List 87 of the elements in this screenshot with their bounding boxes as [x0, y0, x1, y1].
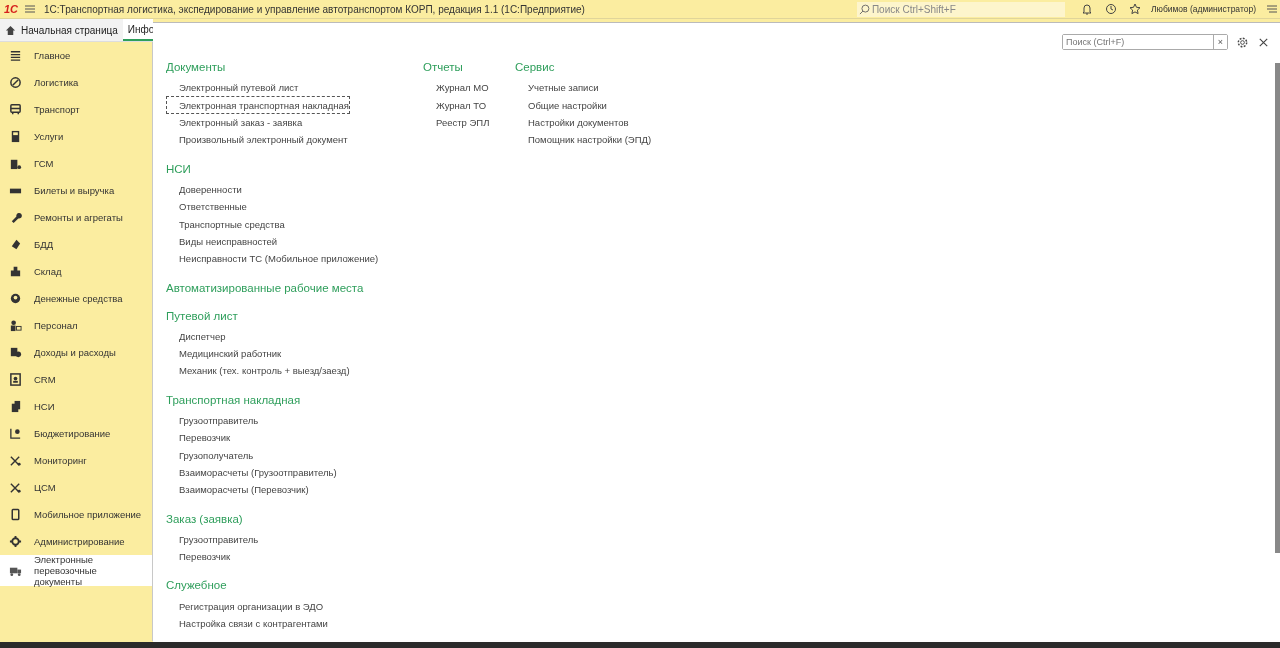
nav-link[interactable]: Настройки документов	[515, 113, 630, 132]
nav-link[interactable]: Грузоотправитель	[166, 411, 260, 430]
nav-link[interactable]: Доверенности	[166, 180, 243, 198]
nav-link[interactable]: Грузоотправитель	[166, 530, 260, 549]
sidebar-item[interactable]: НСИ	[0, 393, 152, 420]
nav-link[interactable]: Помощник настройки (ЭПД)	[515, 131, 653, 149]
sidebar-item[interactable]: Денежные средства	[0, 285, 152, 312]
nav-link[interactable]: Настройка связи с контрагентами	[166, 614, 329, 633]
sidebar-item[interactable]: ГСМ	[0, 150, 152, 177]
sidebar-item[interactable]: Администрирование	[0, 528, 152, 555]
sidebar-item[interactable]: Мобильное приложение	[0, 501, 152, 528]
nav-link[interactable]: Транспортные средства	[166, 215, 286, 233]
sidebar-item[interactable]: Бюджетирование	[0, 420, 152, 447]
search-placeholder: Поиск Ctrl+Shift+F	[871, 3, 956, 15]
section-heading[interactable]: НСИ	[166, 158, 423, 181]
chart-icon	[9, 427, 22, 440]
search-icon	[858, 3, 870, 15]
phone-icon	[9, 508, 22, 521]
settings-icon[interactable]	[1236, 35, 1249, 49]
nav-link[interactable]: Диспетчер	[166, 327, 227, 345]
history-icon[interactable]	[1104, 3, 1117, 15]
nav-link[interactable]: Произвольный электронный документ	[166, 131, 349, 149]
books-icon	[9, 400, 22, 413]
sidebar-item[interactable]: БДД	[0, 231, 152, 258]
nav-link[interactable]: Медицинский работник	[166, 344, 283, 363]
nav-link[interactable]: Электронная транспортная накладная	[166, 96, 350, 114]
nav-link[interactable]: Электронный заказ - заявка	[166, 113, 304, 132]
sidebar-item[interactable]: Транспорт	[0, 96, 152, 123]
nav-link[interactable]: Общие настройки	[515, 96, 608, 114]
scrollbar[interactable]	[1275, 63, 1280, 553]
nav-link[interactable]: Перевозчик	[166, 429, 232, 447]
section-heading[interactable]: Автоматизированные рабочие места	[166, 277, 423, 300]
section-heading[interactable]: Транспортная накладная	[166, 389, 423, 412]
nav-link[interactable]: Механик (тех. контроль + выезд/заезд)	[166, 362, 351, 380]
bell-icon[interactable]	[1080, 3, 1093, 15]
sidebar-item[interactable]: Ремонты и агрегаты	[0, 204, 152, 231]
nav-link[interactable]: Электронный путевой лист	[166, 79, 300, 97]
nav-link[interactable]: Учетные записи	[515, 79, 600, 97]
contact-card-icon	[9, 373, 22, 386]
sidebar-item[interactable]: Логистика	[0, 69, 152, 96]
sidebar-item[interactable]: ЦСМ	[0, 474, 152, 501]
section-heading[interactable]: Заказ (заявка)	[166, 508, 423, 531]
canister-icon	[9, 157, 22, 170]
nav-link[interactable]: Регистрация организации в ЭДО	[166, 597, 325, 615]
section-heading[interactable]: Отчеты	[423, 57, 515, 79]
nav-link[interactable]: Журнал МО	[423, 79, 490, 97]
list-icon	[9, 49, 22, 62]
sidebar-item[interactable]: Персонал	[0, 312, 152, 339]
user-name[interactable]: Любимов (администратор)	[1150, 4, 1256, 14]
money-icon	[9, 346, 22, 359]
sidebar-item[interactable]: Электронные перевозочные документы	[0, 555, 152, 586]
clear-button[interactable]: ×	[1213, 35, 1227, 49]
nav-link[interactable]: Виды неисправностей	[166, 232, 279, 251]
tab[interactable]: Инфо	[122, 19, 153, 41]
section-heading[interactable]: Сервис	[515, 57, 653, 79]
satellite-icon	[9, 454, 22, 467]
sidebar-item[interactable]: Склад	[0, 258, 152, 285]
search-field[interactable]: Поиск (Ctrl+F) ×	[1062, 34, 1228, 50]
nav-link[interactable]: Журнал ТО	[423, 96, 488, 114]
sidebar-item[interactable]: Доходы и расходы	[0, 339, 152, 366]
nav-link[interactable]: Неисправности ТС (Мобильное приложение)	[166, 250, 380, 268]
nav-link[interactable]: Грузополучатель	[166, 446, 255, 464]
sidebar-item[interactable]: Услуги	[0, 123, 152, 150]
section-heading[interactable]: Документы	[166, 57, 423, 79]
home-icon	[5, 24, 16, 36]
warehouse-icon	[9, 265, 22, 278]
circle-icon	[9, 76, 22, 89]
sidebar-item[interactable]: Главное	[0, 42, 152, 69]
sidebar-item[interactable]: Мониторинг	[0, 447, 152, 474]
sidebar-item[interactable]: CRM	[0, 366, 152, 393]
person-icon	[9, 319, 22, 332]
nav-link[interactable]: Взаиморасчеты (Перевозчик)	[166, 481, 310, 499]
nav-link[interactable]: Взаиморасчеты (Грузоотправитель)	[166, 463, 338, 482]
logo: 1С	[4, 3, 19, 15]
nav-link[interactable]: Реестр ЭПЛ	[423, 113, 491, 132]
star-icon[interactable]	[1128, 3, 1141, 15]
nav-link[interactable]: Перевозчик	[166, 548, 232, 566]
satellite-icon	[9, 481, 22, 494]
gear-icon	[9, 535, 22, 548]
coin-icon	[9, 292, 22, 305]
bus-icon	[9, 103, 22, 116]
sidebar-item[interactable]: Билеты и выручка	[0, 177, 152, 204]
window-title: 1С:Транспортная логистика, экспедирование и управление автотранспортом КОРП, редакция 1.1 (1С:Предприятие)	[44, 3, 586, 15]
nav-link[interactable]: Ответственные	[166, 197, 248, 216]
section-heading[interactable]: Служебное	[166, 575, 423, 598]
calculator-icon	[9, 130, 22, 143]
section-heading[interactable]: Путевой лист	[166, 305, 423, 328]
